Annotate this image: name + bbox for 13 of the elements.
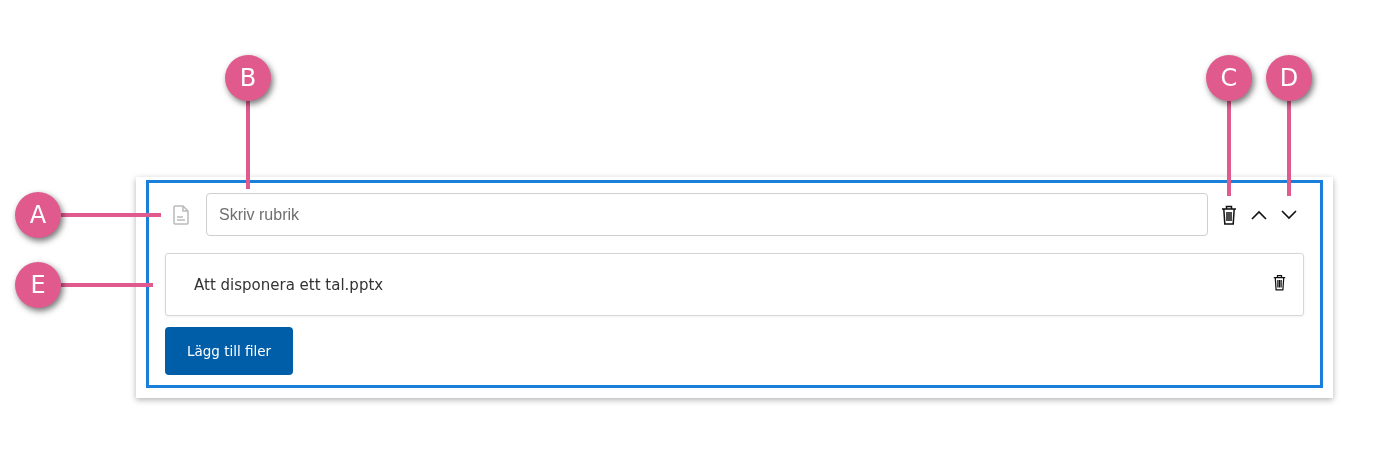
file-name: Att disponera ett tal.pptx bbox=[194, 275, 384, 294]
callout-badge: A bbox=[15, 191, 61, 238]
chevron-up-icon bbox=[1251, 209, 1267, 220]
callout-badge: D bbox=[1266, 55, 1312, 101]
callout-badge: C bbox=[1206, 55, 1252, 101]
heading-field[interactable]: Skriv rubrik bbox=[206, 193, 1208, 236]
callout-badge: E bbox=[15, 261, 61, 308]
callout-badge: B bbox=[225, 55, 271, 101]
add-files-button[interactable]: Lägg till filer bbox=[165, 327, 294, 375]
trash-icon bbox=[1221, 204, 1237, 225]
chevron-down-icon bbox=[1281, 209, 1297, 220]
trash-icon bbox=[1272, 274, 1286, 291]
document-icon bbox=[173, 204, 189, 225]
